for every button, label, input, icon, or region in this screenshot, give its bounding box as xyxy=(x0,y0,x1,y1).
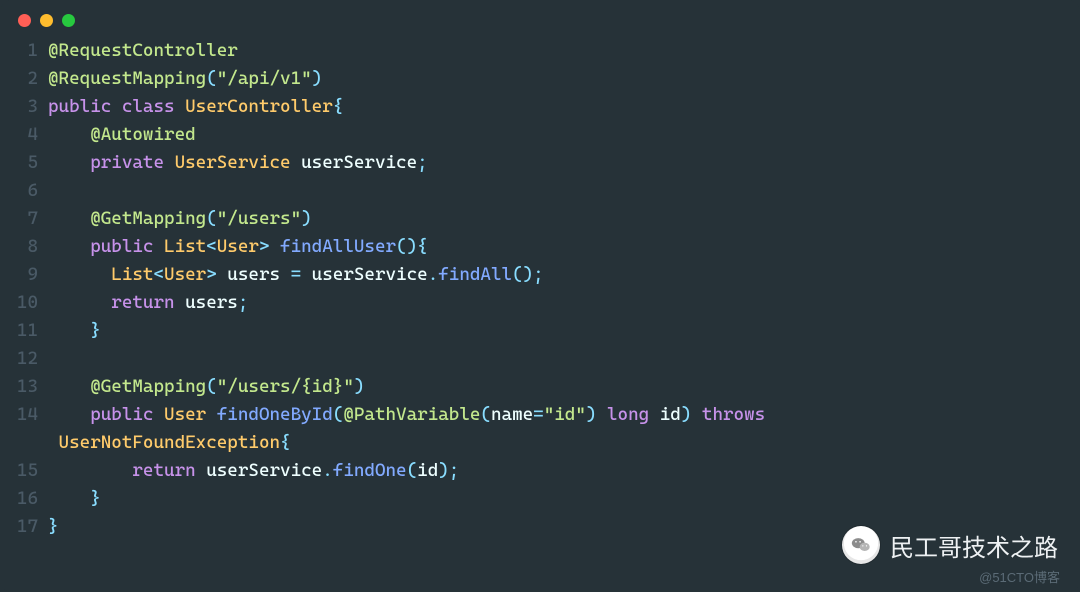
line-number: 16 xyxy=(0,485,48,513)
code-line: 15 return userService.findOne(id); xyxy=(0,457,1080,485)
code-content: @RequestMapping("/api/v1") xyxy=(48,65,1080,93)
code-line: 6 xyxy=(0,177,1080,205)
code-content: @RequestController xyxy=(48,37,1080,65)
minimize-icon[interactable] xyxy=(40,14,53,27)
code-content: @Autowired xyxy=(48,121,1080,149)
line-number: 17 xyxy=(0,513,48,541)
code-line: 7 @GetMapping("/users") xyxy=(0,205,1080,233)
code-line: 13 @GetMapping("/users/{id}") xyxy=(0,373,1080,401)
code-content: @GetMapping("/users/{id}") xyxy=(48,373,1080,401)
line-number: 5 xyxy=(0,149,48,177)
code-content: public List<User> findAllUser(){ xyxy=(48,233,1080,261)
code-line: 11 } xyxy=(0,317,1080,345)
watermark: 民工哥技术之路 xyxy=(842,526,1058,564)
line-number: 15 xyxy=(0,457,48,485)
code-line: 14 public User findOneById(@PathVariable… xyxy=(0,401,1080,429)
line-number: 14 xyxy=(0,401,48,429)
zoom-icon[interactable] xyxy=(62,14,75,27)
code-line: 4 @Autowired xyxy=(0,121,1080,149)
line-number: 4 xyxy=(0,121,48,149)
line-number: 11 xyxy=(0,317,48,345)
code-content: private UserService userService; xyxy=(48,149,1080,177)
code-content: public User findOneById(@PathVariable(na… xyxy=(48,401,1080,429)
code-line: 1@RequestController xyxy=(0,37,1080,65)
code-line: 10 return users; xyxy=(0,289,1080,317)
titlebar xyxy=(0,0,1080,33)
code-line: 16 } xyxy=(0,485,1080,513)
watermark-text: 民工哥技术之路 xyxy=(890,528,1058,563)
code-content: } xyxy=(48,317,1080,345)
line-number: 10 xyxy=(0,289,48,317)
code-line: 8 public List<User> findAllUser(){ xyxy=(0,233,1080,261)
line-number: 2 xyxy=(0,65,48,93)
code-line: 2@RequestMapping("/api/v1") xyxy=(0,65,1080,93)
code-content: UserNotFoundException{ xyxy=(48,429,1080,457)
line-number: 3 xyxy=(0,93,48,121)
code-line: 5 private UserService userService; xyxy=(0,149,1080,177)
code-line: 12 xyxy=(0,345,1080,373)
line-number: 6 xyxy=(0,177,48,205)
line-number: 9 xyxy=(0,261,48,289)
code-content: } xyxy=(48,485,1080,513)
code-block: 1@RequestController2@RequestMapping("/ap… xyxy=(0,33,1080,541)
code-content: public class UserController{ xyxy=(48,93,1080,121)
code-content: @GetMapping("/users") xyxy=(48,205,1080,233)
code-window: 1@RequestController2@RequestMapping("/ap… xyxy=(0,0,1080,592)
line-number: 8 xyxy=(0,233,48,261)
wechat-icon xyxy=(842,526,880,564)
line-number: 1 xyxy=(0,37,48,65)
code-content: return userService.findOne(id); xyxy=(48,457,1080,485)
code-line: 3public class UserController{ xyxy=(0,93,1080,121)
close-icon[interactable] xyxy=(18,14,31,27)
code-line: 9 List<User> users = userService.findAll… xyxy=(0,261,1080,289)
code-content: return users; xyxy=(48,289,1080,317)
code-line: UserNotFoundException{ xyxy=(0,429,1080,457)
line-number: 7 xyxy=(0,205,48,233)
line-number: 13 xyxy=(0,373,48,401)
credit-text: @51CTO博客 xyxy=(979,567,1060,586)
line-number: 12 xyxy=(0,345,48,373)
code-content: List<User> users = userService.findAll()… xyxy=(48,261,1080,289)
